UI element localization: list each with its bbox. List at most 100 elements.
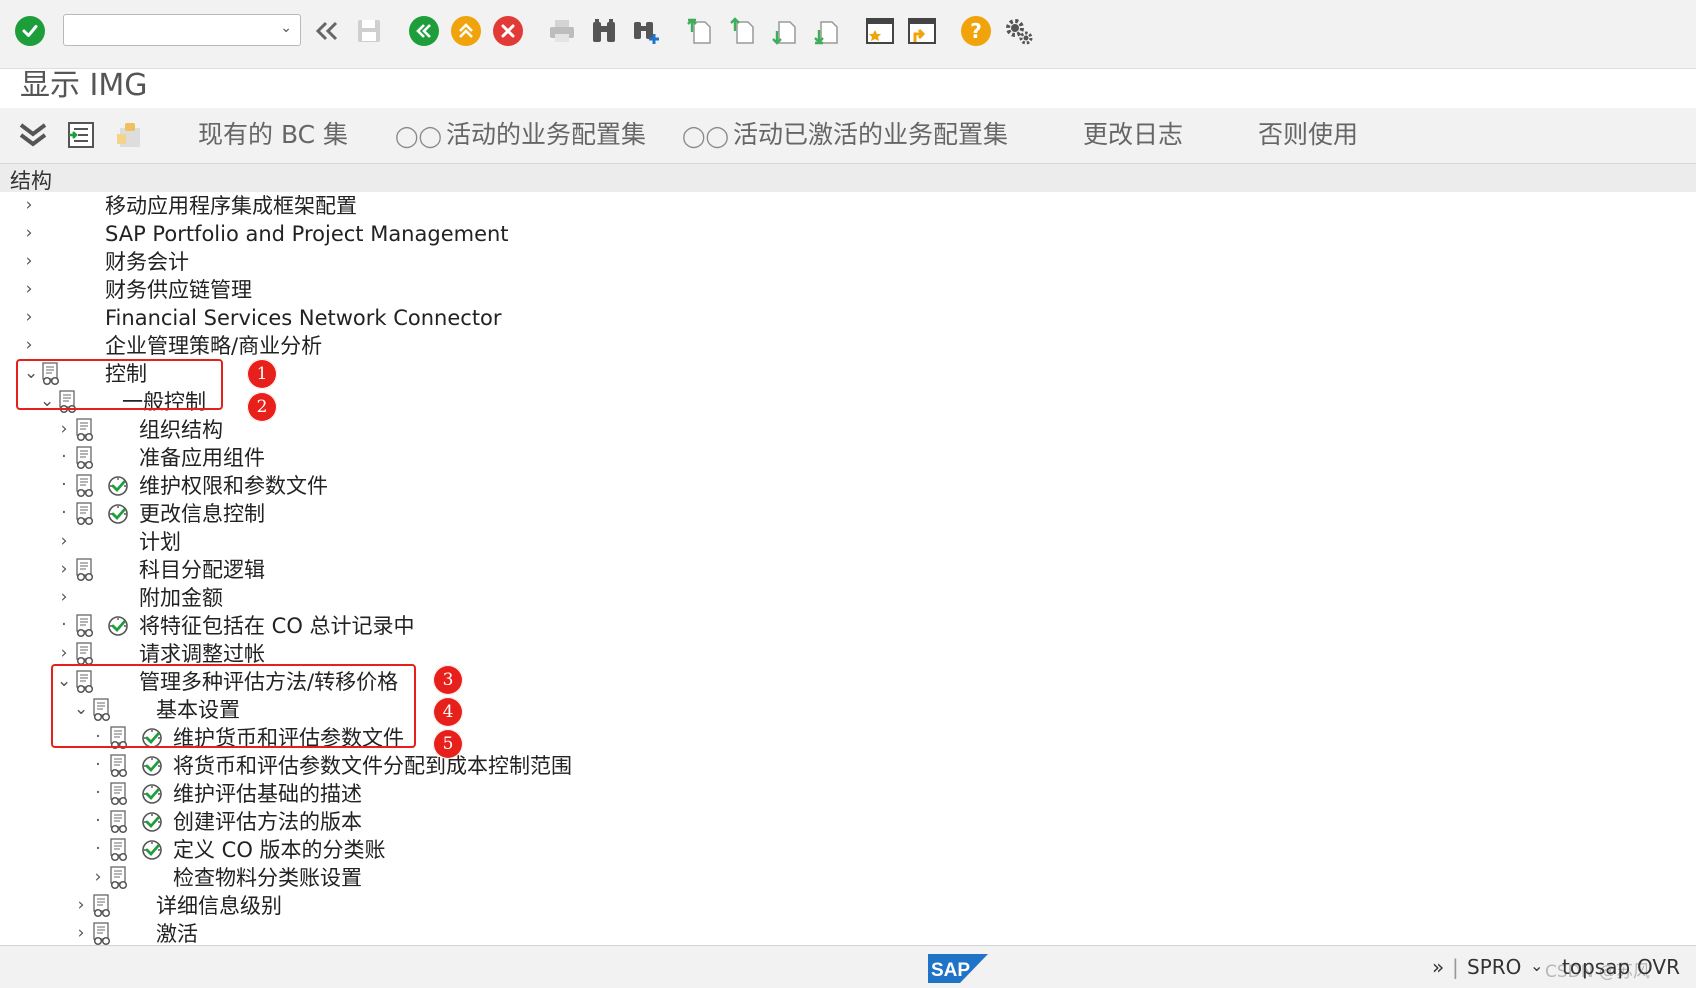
tree-node[interactable]: › 检查物料分类账设置 [0, 864, 1696, 892]
documentation-icon[interactable] [74, 642, 96, 666]
documentation-icon[interactable] [74, 474, 96, 498]
find-icon[interactable] [587, 14, 621, 48]
tree-node[interactable]: › 财务供应链管理 [0, 276, 1696, 304]
execute-activity-icon[interactable] [106, 474, 130, 498]
active-bc-sets-button[interactable]: ◯◯ 活动的业务配置集 [395, 116, 646, 155]
position-icon[interactable] [64, 118, 98, 152]
first-page-icon[interactable] [683, 14, 717, 48]
help-icon[interactable]: ? [959, 14, 993, 48]
tree-node[interactable]: › Financial Services Network Connector [0, 304, 1696, 332]
documentation-icon[interactable] [74, 558, 96, 582]
tree-node-label[interactable]: 科目分配逻辑 [139, 556, 265, 584]
tree-node-label[interactable]: 创建评估方法的版本 [173, 808, 362, 836]
tree-node-label[interactable]: 维护权限和参数文件 [139, 472, 328, 500]
documentation-icon[interactable] [74, 614, 96, 638]
chevron-right-icon[interactable]: › [74, 894, 88, 916]
tree-node-label[interactable]: 移动应用程序集成框架配置 [105, 192, 357, 220]
enter-icon[interactable] [13, 14, 47, 48]
tree-node[interactable]: · 维护评估基础的描述 [0, 780, 1696, 808]
tree-node[interactable]: · 创建评估方法的版本 [0, 808, 1696, 836]
chevron-right-icon[interactable]: › [57, 642, 71, 664]
tree-node-label[interactable]: 将特征包括在 CO 总计记录中 [139, 612, 415, 640]
tree-node-label[interactable]: 企业管理策略/商业分析 [105, 332, 322, 360]
tree-node[interactable]: › 激活 [0, 920, 1696, 948]
execute-activity-icon[interactable] [140, 782, 164, 806]
documentation-icon[interactable] [74, 418, 96, 442]
tree-node-label[interactable]: 检查物料分类账设置 [173, 864, 362, 892]
command-field[interactable]: ⌄ [63, 14, 301, 46]
shortcut-icon[interactable] [905, 14, 939, 48]
chevron-down-icon[interactable]: ⌄ [1530, 956, 1543, 975]
documentation-icon[interactable] [91, 894, 113, 918]
documentation-icon[interactable] [108, 866, 130, 890]
tree-node[interactable]: › 详细信息级别 [0, 892, 1696, 920]
documentation-icon[interactable] [108, 838, 130, 862]
tree-node-label[interactable]: 定义 CO 版本的分类账 [173, 836, 386, 864]
expand-all-icon[interactable] [16, 118, 50, 152]
tree-node-label[interactable]: 附加金额 [139, 584, 223, 612]
tree-node-label[interactable]: SAP Portfolio and Project Management [105, 220, 509, 248]
execute-activity-icon[interactable] [140, 754, 164, 778]
tree-node[interactable]: · 将货币和评估参数文件分配到成本控制范围 [0, 752, 1696, 780]
command-input[interactable] [70, 15, 274, 45]
execute-activity-icon[interactable] [140, 838, 164, 862]
chevron-right-icon[interactable]: › [22, 222, 36, 244]
tree-node[interactable]: · 更改信息控制 [0, 500, 1696, 528]
execute-activity-icon[interactable] [106, 614, 130, 638]
documentation-icon[interactable] [108, 810, 130, 834]
find-next-icon[interactable] [629, 14, 663, 48]
tree-node-label[interactable]: 财务供应链管理 [105, 276, 252, 304]
execute-activity-icon[interactable] [140, 810, 164, 834]
chevron-right-icon[interactable]: › [57, 558, 71, 580]
tree-node-label[interactable]: 组织结构 [139, 416, 223, 444]
activated-bc-sets-button[interactable]: ◯◯ 活动已激活的业务配置集 [682, 116, 1008, 155]
tree-node-label[interactable]: 维护评估基础的描述 [173, 780, 362, 808]
settings-icon[interactable] [1001, 14, 1035, 48]
chevron-right-icon[interactable]: › [74, 922, 88, 944]
tree-node[interactable]: · 维护权限和参数文件 [0, 472, 1696, 500]
tree-node-label[interactable]: 将货币和评估参数文件分配到成本控制范围 [173, 752, 572, 780]
chevron-down-icon[interactable]: ⌄ [280, 20, 292, 36]
next-page-icon[interactable] [768, 14, 802, 48]
existing-bc-sets-button[interactable]: 现有的 BC 集 [198, 116, 348, 154]
chevron-right-icon[interactable]: › [22, 278, 36, 300]
tree-node[interactable]: · 定义 CO 版本的分类账 [0, 836, 1696, 864]
tree-node[interactable]: › 科目分配逻辑 [0, 556, 1696, 584]
tree-node[interactable]: › 移动应用程序集成框架配置 [0, 192, 1696, 220]
status-nav-icon[interactable]: » [1432, 955, 1444, 979]
back-icon[interactable] [407, 14, 441, 48]
print-icon[interactable] [545, 14, 579, 48]
chevron-right-icon[interactable]: › [22, 306, 36, 328]
execute-activity-icon[interactable] [106, 502, 130, 526]
change-log-button[interactable]: 更改日志 [1083, 116, 1183, 154]
bc-set-icon[interactable] [112, 118, 146, 152]
back-double-icon[interactable] [310, 14, 344, 48]
chevron-right-icon[interactable]: › [22, 250, 36, 272]
chevron-right-icon[interactable]: › [22, 194, 36, 216]
tree-node[interactable]: · 准备应用组件 [0, 444, 1696, 472]
last-page-icon[interactable] [810, 14, 844, 48]
chevron-right-icon[interactable]: › [57, 530, 71, 552]
tree-node[interactable]: › SAP Portfolio and Project Management [0, 220, 1696, 248]
documentation-icon[interactable] [74, 502, 96, 526]
tree-node[interactable]: › 企业管理策略/商业分析 [0, 332, 1696, 360]
tree-node[interactable]: › 财务会计 [0, 248, 1696, 276]
chevron-right-icon[interactable]: › [91, 866, 105, 888]
tree-node-label[interactable]: 更改信息控制 [139, 500, 265, 528]
save-icon[interactable] [352, 14, 386, 48]
create-session-icon[interactable] [863, 14, 897, 48]
documentation-icon[interactable] [91, 922, 113, 946]
chevron-right-icon[interactable]: › [57, 586, 71, 608]
tree-node[interactable]: · 将特征包括在 CO 总计记录中 [0, 612, 1696, 640]
tree-node[interactable]: › 附加金额 [0, 584, 1696, 612]
previous-page-icon[interactable] [726, 14, 760, 48]
tree-node-label[interactable]: 详细信息级别 [156, 892, 282, 920]
where-used-button[interactable]: 否则使用 [1258, 116, 1358, 154]
tree-node-label[interactable]: 财务会计 [105, 248, 189, 276]
chevron-right-icon[interactable]: › [22, 334, 36, 356]
tree-node-label[interactable]: 计划 [139, 528, 181, 556]
tree-node[interactable]: › 计划 [0, 528, 1696, 556]
exit-icon[interactable] [449, 14, 483, 48]
tree-node-label[interactable]: 激活 [156, 920, 198, 948]
documentation-icon[interactable] [108, 754, 130, 778]
